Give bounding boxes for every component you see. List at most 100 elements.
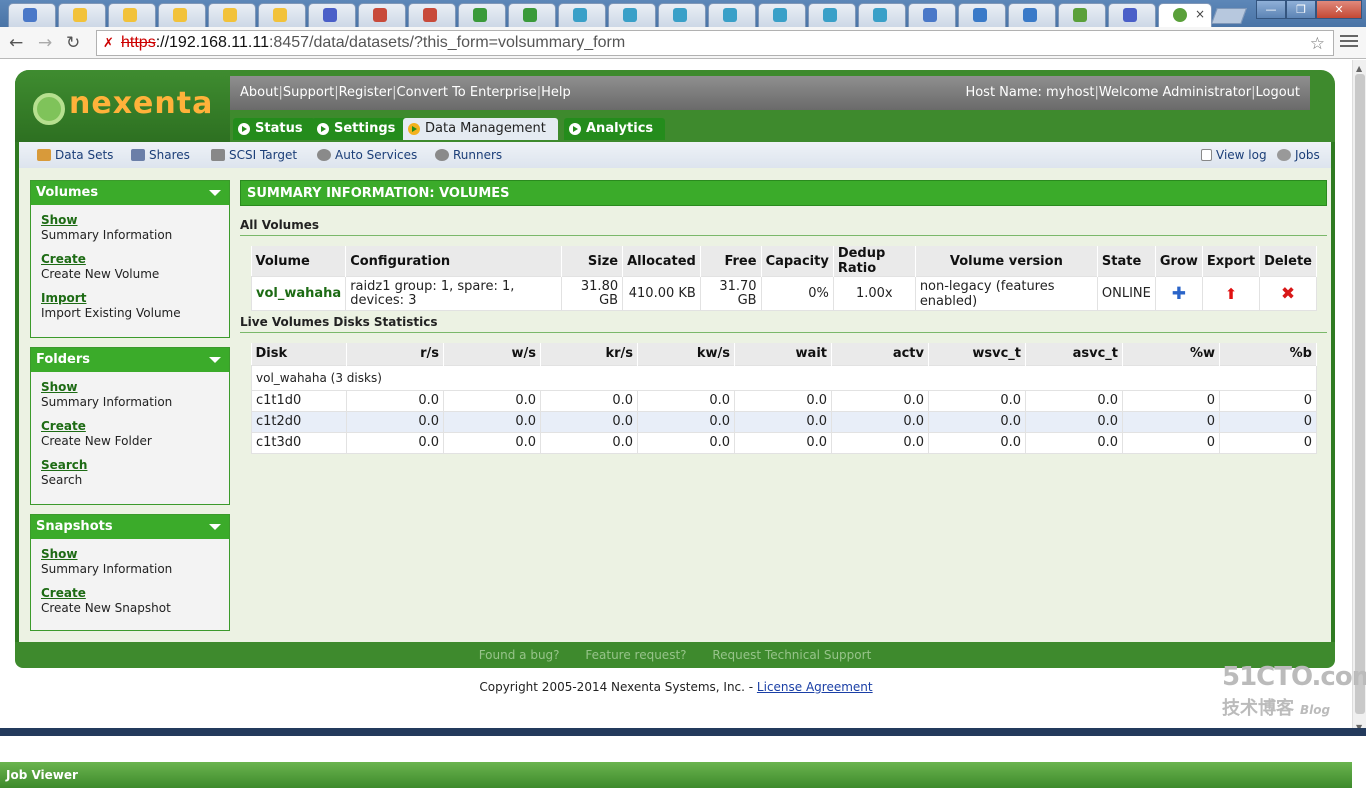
browser-tab[interactable] bbox=[158, 3, 206, 27]
disk-stat: 0.0 bbox=[734, 431, 832, 454]
sidebar-snapshots-header[interactable]: Snapshots bbox=[31, 515, 229, 539]
browser-tab[interactable] bbox=[958, 3, 1006, 27]
browser-toolbar: ← → ↻ ✗ https://192.168.11.11:8457/data/… bbox=[0, 27, 1366, 59]
found-bug-link[interactable]: Found a bug? bbox=[479, 648, 560, 662]
reload-icon[interactable]: ↻ bbox=[66, 33, 80, 53]
volumes-create-link[interactable]: Create bbox=[41, 252, 219, 267]
jobs-link[interactable]: Jobs bbox=[1277, 142, 1320, 168]
close-window-button[interactable]: ✕ bbox=[1316, 0, 1362, 19]
tab-status[interactable]: Status bbox=[233, 118, 315, 140]
browser-tab[interactable] bbox=[1058, 3, 1106, 27]
disk-stat: 0 bbox=[1122, 389, 1220, 412]
tab-favicon-icon bbox=[723, 8, 737, 22]
maximize-button[interactable]: ❐ bbox=[1286, 0, 1316, 19]
tab-favicon-icon bbox=[73, 8, 87, 22]
browser-tab[interactable] bbox=[558, 3, 606, 27]
browser-tab[interactable] bbox=[858, 3, 906, 27]
volumes-show-link[interactable]: Show bbox=[41, 213, 219, 228]
grow-plus-icon[interactable]: ✚ bbox=[1154, 276, 1203, 311]
browser-tab[interactable] bbox=[508, 3, 556, 27]
disk-row: c1t1d0 0.0 0.0 0.0 0.0 0.0 0.0 0.0 0.0 0 0 bbox=[251, 389, 1317, 412]
browser-tab[interactable] bbox=[58, 3, 106, 27]
logo-text: nexenta bbox=[69, 86, 214, 121]
browser-tab[interactable] bbox=[658, 3, 706, 27]
close-tab-icon[interactable]: × bbox=[1195, 7, 1205, 21]
disks-col-header: %w bbox=[1122, 343, 1220, 365]
subnav-data-sets[interactable]: Data Sets bbox=[37, 142, 113, 168]
browser-tab[interactable] bbox=[308, 3, 356, 27]
address-bar[interactable]: ✗ https://192.168.11.11:8457/data/datase… bbox=[96, 30, 1334, 56]
folders-search-link[interactable]: Search bbox=[41, 458, 219, 473]
browser-tab[interactable] bbox=[708, 3, 756, 27]
browser-tab[interactable] bbox=[758, 3, 806, 27]
volumes-import-link[interactable]: Import bbox=[41, 291, 219, 306]
browser-tab[interactable] bbox=[1008, 3, 1056, 27]
browser-tab[interactable] bbox=[608, 3, 656, 27]
export-up-arrow-icon[interactable]: ⬆ bbox=[1201, 276, 1261, 311]
tab-settings[interactable]: Settings bbox=[312, 118, 408, 140]
subnav-runners[interactable]: Runners bbox=[435, 142, 502, 168]
disk-stat: 0.0 bbox=[637, 389, 735, 412]
disk-stat: 0.0 bbox=[928, 431, 1026, 454]
bookmark-star-icon[interactable]: ☆ bbox=[1310, 32, 1325, 56]
snapshots-show-link[interactable]: Show bbox=[41, 547, 219, 562]
forward-icon[interactable]: → bbox=[38, 33, 52, 53]
browser-tab[interactable] bbox=[1108, 3, 1156, 27]
folders-show-link[interactable]: Show bbox=[41, 380, 219, 395]
delete-x-icon[interactable]: ✖ bbox=[1259, 276, 1317, 311]
top-nav-link-support[interactable]: Support bbox=[283, 85, 334, 100]
new-tab-button[interactable] bbox=[1211, 8, 1247, 24]
welcome-link[interactable]: Welcome Administrator bbox=[1099, 85, 1251, 100]
browser-tab-active[interactable]: × bbox=[1158, 3, 1212, 27]
top-nav-link-register[interactable]: Register bbox=[339, 85, 393, 100]
sidebar-volumes-header[interactable]: Volumes bbox=[31, 181, 229, 205]
volumes-col-header: State bbox=[1097, 246, 1156, 277]
folders-create-link[interactable]: Create bbox=[41, 419, 219, 434]
logout-link[interactable]: Logout bbox=[1255, 85, 1300, 100]
volume-configuration: raidz1 group: 1, spare: 1, devices: 3 bbox=[345, 276, 562, 311]
browser-tab[interactable] bbox=[908, 3, 956, 27]
license-link[interactable]: License Agreement bbox=[757, 680, 873, 694]
tech-support-link[interactable]: Request Technical Support bbox=[712, 648, 871, 662]
nexenta-logo[interactable]: nexenta bbox=[15, 70, 230, 142]
nexenta-favicon-icon bbox=[1173, 8, 1187, 22]
host-name: Host Name: myhost bbox=[965, 85, 1095, 100]
feature-request-link[interactable]: Feature request? bbox=[585, 648, 686, 662]
browser-tab[interactable] bbox=[8, 3, 56, 27]
tab-analytics[interactable]: Analytics bbox=[564, 118, 666, 140]
vertical-scrollbar[interactable]: ▲▼ bbox=[1352, 60, 1366, 736]
disks-col-header: %b bbox=[1219, 343, 1317, 365]
disk-stat: 0.0 bbox=[734, 410, 832, 433]
browser-tab[interactable] bbox=[808, 3, 856, 27]
view-log-link[interactable]: View log bbox=[1201, 142, 1267, 168]
subnav-scsi-target[interactable]: SCSI Target bbox=[211, 142, 297, 168]
collapse-arrow-icon[interactable] bbox=[209, 524, 221, 530]
job-viewer-bar[interactable]: Job Viewer bbox=[0, 762, 1352, 788]
browser-tab[interactable] bbox=[458, 3, 506, 27]
collapse-arrow-icon[interactable] bbox=[209, 357, 221, 363]
menu-icon[interactable] bbox=[1340, 32, 1358, 50]
back-icon[interactable]: ← bbox=[9, 33, 23, 53]
browser-tab[interactable] bbox=[358, 3, 406, 27]
volume-name-link[interactable]: vol_wahaha bbox=[256, 286, 341, 301]
subnav-auto-services[interactable]: Auto Services bbox=[317, 142, 417, 168]
browser-tab[interactable] bbox=[108, 3, 156, 27]
top-nav-link-convert-to-enterprise[interactable]: Convert To Enterprise bbox=[397, 85, 537, 100]
browser-tab[interactable] bbox=[408, 3, 456, 27]
top-nav-link-about[interactable]: About bbox=[240, 85, 278, 100]
subnav-shares[interactable]: Shares bbox=[131, 142, 190, 168]
disks-col-header: asvc_t bbox=[1025, 343, 1123, 365]
browser-tab[interactable] bbox=[208, 3, 256, 27]
tab-favicon-icon bbox=[173, 8, 187, 22]
tab-favicon-icon bbox=[523, 8, 537, 22]
minimize-button[interactable]: — bbox=[1256, 0, 1286, 19]
snapshots-create-link[interactable]: Create bbox=[41, 586, 219, 601]
browser-tab[interactable] bbox=[258, 3, 306, 27]
disk-stat: 0.0 bbox=[443, 410, 541, 433]
top-nav-link-help[interactable]: Help bbox=[541, 85, 571, 100]
volume-state: ONLINE bbox=[1096, 276, 1156, 311]
browser-tab-strip: × bbox=[0, 0, 1366, 27]
collapse-arrow-icon[interactable] bbox=[209, 190, 221, 196]
sidebar-folders-header[interactable]: Folders bbox=[31, 348, 229, 372]
tab-data-management[interactable]: Data Management bbox=[403, 118, 558, 140]
